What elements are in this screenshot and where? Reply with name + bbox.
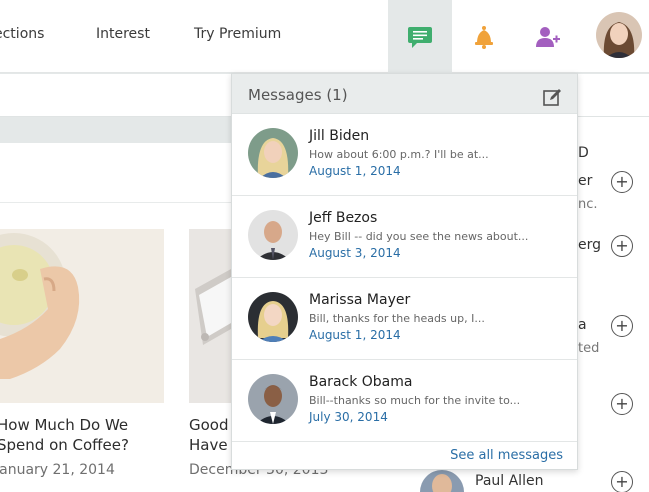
- plus-circle-icon: +: [615, 394, 629, 413]
- plus-circle-icon: +: [615, 316, 629, 335]
- add-contact-nav-button[interactable]: [516, 0, 580, 73]
- user-avatar[interactable]: [596, 12, 642, 58]
- message-item[interactable]: Jill Biden How about 6:00 p.m.? I'll be …: [232, 114, 577, 196]
- sender-avatar: [248, 292, 298, 342]
- sender-avatar: [248, 210, 298, 260]
- plus-circle-icon: +: [615, 172, 629, 191]
- follow-button[interactable]: +: [611, 393, 633, 415]
- nav-link-connections[interactable]: ections: [0, 26, 44, 42]
- sender-name: Barack Obama: [309, 374, 413, 390]
- person-photo-icon: [248, 210, 298, 260]
- sender-name: Jeff Bezos: [309, 210, 378, 226]
- article-title-line2[interactable]: Have: [189, 435, 228, 455]
- message-date: August 1, 2014: [309, 164, 401, 178]
- see-all-messages-link[interactable]: See all messages: [450, 448, 563, 463]
- suggestion-text: erg: [578, 237, 602, 253]
- suggestion-subtext: ted: [578, 341, 600, 356]
- follow-button[interactable]: +: [611, 471, 633, 492]
- article-title-line1[interactable]: How Much Do We: [0, 415, 128, 435]
- follow-button[interactable]: +: [611, 235, 633, 257]
- message-preview: Bill, thanks for the heads up, I...: [309, 312, 485, 325]
- message-preview: Bill--thanks so much for the invite to..…: [309, 394, 521, 407]
- compose-icon: [543, 89, 561, 106]
- person-photo-icon: [248, 374, 298, 424]
- person-photo-icon: [248, 128, 298, 178]
- article-thumbnail-coffee[interactable]: [0, 229, 164, 403]
- messages-dropdown-header: Messages (1): [232, 74, 577, 114]
- article-title-line1[interactable]: Good: [189, 415, 229, 435]
- article-date: January 21, 2014: [0, 462, 115, 478]
- follow-button[interactable]: +: [611, 171, 633, 193]
- avatar-photo-icon: [596, 12, 642, 58]
- sender-name: Jill Biden: [309, 128, 370, 144]
- messages-dropdown: Messages (1) Jill Biden How about 6:00 p…: [231, 73, 578, 470]
- top-navigation: ections Interest Try Premium: [0, 0, 649, 73]
- suggestion-text: D: [578, 145, 589, 161]
- plus-circle-icon: +: [615, 236, 629, 255]
- message-date: August 3, 2014: [309, 246, 401, 260]
- person-photo-icon: [248, 292, 298, 342]
- compose-message-button[interactable]: [543, 88, 563, 110]
- messages-nav-button[interactable]: [388, 0, 452, 73]
- sender-avatar: [248, 374, 298, 424]
- plus-circle-icon: +: [615, 472, 629, 491]
- nav-link-try-premium[interactable]: Try Premium: [194, 26, 281, 42]
- sender-avatar: [248, 128, 298, 178]
- chat-bubble-icon: [408, 26, 432, 48]
- follow-button[interactable]: +: [611, 315, 633, 337]
- message-date: July 30, 2014: [309, 410, 388, 424]
- nav-link-interest[interactable]: Interest: [96, 26, 150, 42]
- bell-icon: [475, 25, 493, 49]
- suggestion-text: a: [578, 317, 587, 333]
- message-preview: How about 6:00 p.m.? I'll be at...: [309, 148, 489, 161]
- suggestion-text: er: [578, 173, 593, 189]
- phone-photo-icon: [189, 229, 231, 403]
- message-preview: Hey Bill -- did you see the news about..…: [309, 230, 529, 243]
- message-date: August 1, 2014: [309, 328, 401, 342]
- notifications-nav-button[interactable]: [452, 0, 516, 73]
- message-item[interactable]: Jeff Bezos Hey Bill -- did you see the n…: [232, 196, 577, 278]
- article-title-line2[interactable]: Spend on Coffee?: [0, 435, 129, 455]
- article-thumbnail-phone[interactable]: [189, 229, 231, 403]
- coffee-photo-icon: [0, 229, 164, 403]
- messages-title: Messages (1): [248, 86, 348, 104]
- suggestion-subtext: nc.: [578, 197, 598, 212]
- people-suggestions-column: D er nc. erg a ted + + + + +: [578, 117, 649, 492]
- sender-name: Marissa Mayer: [309, 292, 411, 308]
- add-user-icon: [536, 26, 560, 47]
- message-item[interactable]: Barack Obama Bill--thanks so much for th…: [232, 360, 577, 442]
- message-item[interactable]: Marissa Mayer Bill, thanks for the heads…: [232, 278, 577, 360]
- suggestion-name-paul-allen[interactable]: Paul Allen: [475, 473, 543, 489]
